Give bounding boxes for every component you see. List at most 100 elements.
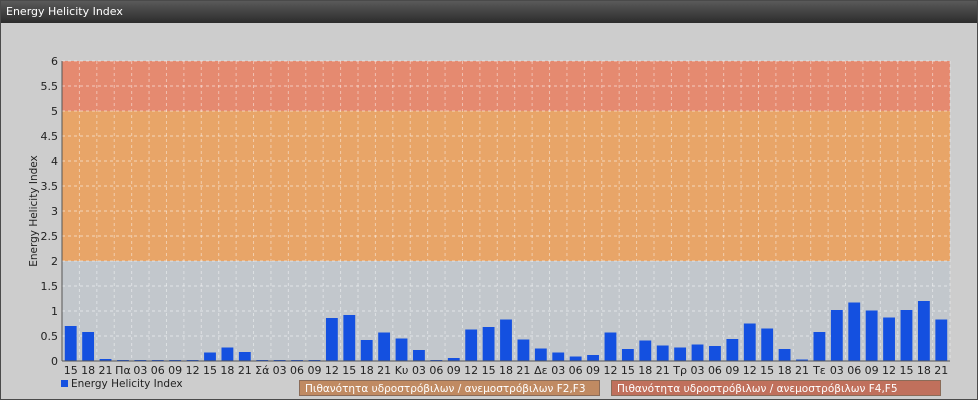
x-tick-label: Κυ [395,364,409,377]
x-tick-label: 18 [360,364,374,377]
x-tick-label: 09 [307,364,321,377]
x-tick-label: 12 [603,364,617,377]
bar [639,340,652,361]
y-tick-label: 3 [51,205,58,218]
x-tick-label: 12 [743,364,757,377]
x-tick-label: 21 [377,364,391,377]
window-title: Energy Helicity Index [1,1,977,23]
bar [935,319,948,361]
x-tick-label: 18 [778,364,792,377]
y-axis-title: Energy Helicity Index [28,155,40,267]
x-tick-label: 06 [708,364,722,377]
x-tick-label: 12 [464,364,478,377]
bar [238,352,251,361]
bar [569,356,582,361]
bar [604,332,617,361]
bar [883,317,895,361]
bar [900,310,913,361]
x-tick-label: 06 [569,364,583,377]
bar [830,310,843,361]
x-tick-label: 18 [638,364,652,377]
y-tick-label: 3.5 [41,180,59,193]
x-tick-label: 09 [865,364,879,377]
x-tick-label: 15 [342,364,356,377]
bar [482,327,495,361]
bar [395,338,408,361]
bar [343,315,356,361]
bar [587,355,599,361]
legend-series-swatch [61,380,68,387]
bar [204,352,216,361]
x-tick-label: 09 [447,364,461,377]
x-tick-label: 18 [81,364,95,377]
bar [413,350,425,361]
bar [778,349,791,361]
legend-f2f3-label: Πιθανότητα υδροστρόβιλων / ανεμοστρόβιλω… [305,383,586,395]
x-tick-label: 15 [760,364,774,377]
ehi-bar-chart: 00.511.522.533.544.555.5615 18 21 Πα 03 06 09 1… [28,55,951,390]
x-tick-label: 12 [882,364,896,377]
bar [517,339,530,361]
x-tick-label: Τρ [672,364,687,377]
x-tick-label: 03 [551,364,565,377]
x-tick-label: 12 [186,364,200,377]
y-tick-label: 4.5 [41,130,59,143]
legend-f4f5-label: Πιθανότητα υδροστρόβιλων / ανεμοστρόβιλω… [617,383,898,395]
y-tick-label: 0 [51,355,58,368]
bar [848,302,861,361]
bar [552,352,565,361]
bar [64,326,77,361]
x-tick-label: 09 [168,364,182,377]
bar [221,347,234,361]
x-tick-label: Σά [255,364,269,377]
x-tick-label: Δε [534,364,548,377]
x-tick-label: 18 [220,364,234,377]
x-tick-label: 21 [934,364,948,377]
y-tick-label: 2 [51,255,58,268]
x-tick-label: 15 [621,364,635,377]
bar [82,332,95,361]
x-tick-label: 15 [203,364,217,377]
x-tick-label: 03 [691,364,705,377]
x-tick-label: 03 [273,364,287,377]
bar [691,344,704,361]
x-tick-label: 15 [899,364,913,377]
x-tick-label: 21 [795,364,809,377]
legend-f4f5-band: Πιθανότητα υδροστρόβιλων / ανεμοστρόβιλω… [611,380,941,396]
bar [674,347,687,361]
bar [865,310,878,361]
x-tick-label: 03 [412,364,426,377]
bar [621,349,634,361]
y-tick-label: 5.5 [41,80,59,93]
x-tick-label: Τε [812,364,826,377]
x-tick-label: 09 [725,364,739,377]
y-tick-label: 2.5 [41,230,59,243]
y-tick-label: 6 [51,55,58,68]
x-tick-label: 21 [238,364,252,377]
x-tick-label: 15 [482,364,496,377]
bar [917,301,930,361]
bar [761,328,774,361]
x-tick-label: Πα [115,364,131,377]
legend-series-label: Energy Helicity Index [71,378,183,390]
x-tick-label: 21 [656,364,670,377]
x-tick-label: 21 [516,364,530,377]
chart-window: Energy Helicity Index 0 0.5 1 1.5 2 2.5 3 3.5 4 4… [0,0,978,400]
x-tick-label: 15 [64,364,78,377]
x-tick-label: 03 [133,364,147,377]
bar [743,323,756,361]
x-tick-label: 06 [151,364,165,377]
x-tick-label: 03 [830,364,844,377]
bar [500,319,512,361]
x-tick-label: 06 [847,364,861,377]
bar [709,346,721,361]
bar [325,318,338,361]
x-tick-label: 18 [917,364,931,377]
legend-f2f3-band: Πιθανότητα υδροστρόβιλων / ανεμοστρόβιλω… [299,380,600,396]
y-tick-label: 1 [51,305,58,318]
x-tick-label: 06 [290,364,304,377]
x-tick-label: 18 [499,364,513,377]
bar [726,339,739,361]
x-tick-label: 09 [586,364,600,377]
y-tick-label: 0.5 [41,330,59,343]
